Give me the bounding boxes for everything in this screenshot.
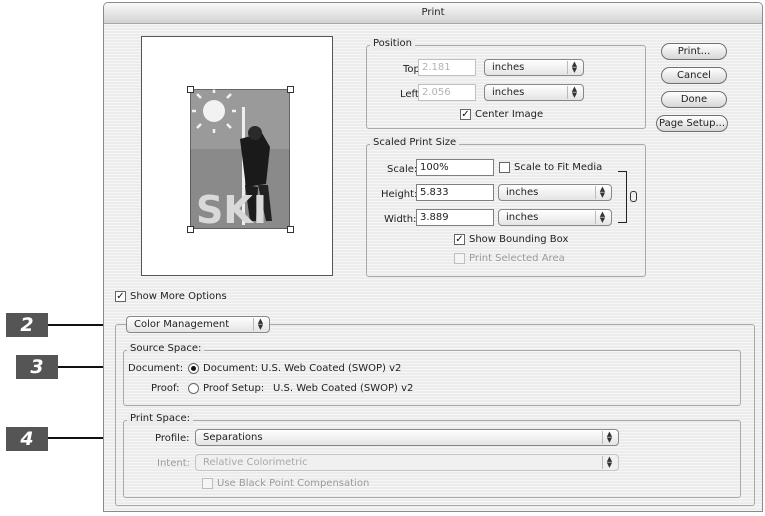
proof-setup-radio[interactable] <box>188 383 199 394</box>
print-button[interactable]: Print... <box>661 43 727 60</box>
document-profile: U.S. Web Coated (SWOP) v2 <box>261 363 402 374</box>
callout-2: 2 <box>6 313 48 337</box>
popup-arrows-icon: ▲ ▼ <box>253 318 267 331</box>
intent-label: Intent: <box>157 458 190 469</box>
cancel-button[interactable]: Cancel <box>661 67 727 84</box>
scale-label: Scale: <box>387 164 418 175</box>
popup-arrows-icon: ▲ ▼ <box>595 211 609 224</box>
show-more-options-checkbox[interactable]: ✓ <box>115 291 126 302</box>
popup-arrows-icon: ▲ ▼ <box>567 61 581 74</box>
preview-image: SKI <box>190 89 290 229</box>
color-management-popup[interactable]: Color Management ▲ ▼ <box>126 316 270 333</box>
width-label: Width: <box>384 214 417 225</box>
top-unit-value: inches <box>492 62 525 73</box>
popup-arrows-icon: ▲ ▼ <box>602 456 616 469</box>
scale-to-fit-checkbox[interactable] <box>499 162 510 173</box>
document-label: Document: <box>128 363 184 374</box>
scale-to-fit-label: Scale to Fit Media <box>514 162 603 173</box>
height-unit-value: inches <box>506 187 539 198</box>
intent-popup[interactable]: Relative Colorimetric ▲ ▼ <box>195 454 619 471</box>
height-label: Height: <box>381 189 418 200</box>
proof-profile: U.S. Web Coated (SWOP) v2 <box>273 383 414 394</box>
top-field[interactable]: 2.181 <box>418 59 476 76</box>
callout-3: 3 <box>16 355 58 379</box>
proof-label: Proof: <box>151 383 180 394</box>
source-space-group <box>123 350 741 406</box>
left-field[interactable]: 2.056 <box>418 84 476 101</box>
bbox-handle-tr[interactable] <box>287 86 294 93</box>
bbox-handle-tl[interactable] <box>187 86 194 93</box>
bbox-handle-bl[interactable] <box>187 226 194 233</box>
document-option-label: Document: <box>203 363 259 374</box>
scale-field[interactable]: 100% <box>416 159 494 176</box>
print-selected-area-checkbox[interactable] <box>454 253 465 264</box>
done-button[interactable]: Done <box>661 91 727 108</box>
left-unit-popup[interactable]: inches ▲ ▼ <box>484 84 584 101</box>
intent-value: Relative Colorimetric <box>203 457 308 468</box>
height-unit-popup[interactable]: inches ▲ ▼ <box>498 184 612 201</box>
scaled-size-title: Scaled Print Size <box>370 137 460 148</box>
width-field[interactable]: 3.889 <box>416 209 494 226</box>
profile-popup[interactable]: Separations ▲ ▼ <box>195 429 619 446</box>
document-radio[interactable] <box>188 363 199 374</box>
width-unit-popup[interactable]: inches ▲ ▼ <box>498 209 612 226</box>
window-title: Print <box>104 3 762 24</box>
black-point-checkbox[interactable] <box>202 478 213 489</box>
proof-option-label: Proof Setup: <box>203 383 265 394</box>
print-selected-area-label: Print Selected Area <box>469 253 565 264</box>
position-group-title: Position <box>370 38 415 49</box>
source-space-title: Source Space: <box>127 343 205 354</box>
left-unit-value: inches <box>492 87 525 98</box>
popup-arrows-icon: ▲ ▼ <box>602 431 616 444</box>
popup-arrows-icon: ▲ ▼ <box>595 186 609 199</box>
proportion-bracket <box>618 171 627 223</box>
popup-arrows-icon: ▲ ▼ <box>567 86 581 99</box>
top-unit-popup[interactable]: inches ▲ ▼ <box>484 59 584 76</box>
show-bounding-box-checkbox[interactable]: ✓ <box>454 234 465 245</box>
svg-text:SKI: SKI <box>196 188 267 229</box>
callout-4: 4 <box>6 427 48 451</box>
color-management-value: Color Management <box>134 319 230 330</box>
preview-area: SKI <box>141 36 333 276</box>
bbox-handle-br[interactable] <box>287 226 294 233</box>
show-bounding-box-label: Show Bounding Box <box>469 234 569 245</box>
profile-value: Separations <box>203 432 263 443</box>
show-more-options-label: Show More Options <box>130 291 227 302</box>
proportion-link-icon[interactable] <box>630 191 637 202</box>
height-field[interactable]: 5.833 <box>416 184 494 201</box>
print-space-title: Print Space: <box>127 413 194 424</box>
center-image-checkbox[interactable]: ✓ <box>460 109 471 120</box>
page-setup-button[interactable]: Page Setup... <box>656 115 728 132</box>
print-dialog: Print SKI Position Top: 2.181 inches ▲ ▼… <box>103 2 763 512</box>
black-point-label: Use Black Point Compensation <box>217 478 370 489</box>
width-unit-value: inches <box>506 212 539 223</box>
profile-label: Profile: <box>155 433 190 444</box>
center-image-label: Center Image <box>475 109 544 120</box>
